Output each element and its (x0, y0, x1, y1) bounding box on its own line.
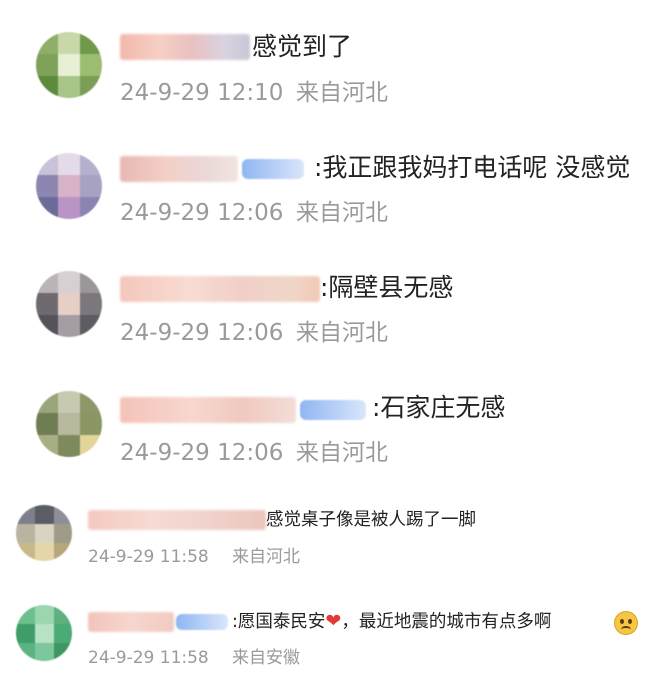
comment-text: 感觉到了 (252, 32, 353, 61)
comment-time: 24-9-29 11:58 (88, 648, 209, 668)
comment-location: 来自河北 (296, 440, 388, 466)
avatar[interactable] (36, 271, 102, 337)
username-blurred[interactable] (120, 397, 296, 423)
user-badge (176, 614, 228, 630)
comment-text: :我正跟我妈打电话呢 没感觉 (314, 153, 631, 182)
comment-time: 24-9-29 12:06 (120, 200, 284, 226)
avatar[interactable] (36, 32, 102, 98)
comment-time: 24-9-29 12:10 (120, 80, 284, 106)
comment-location: 来自河北 (296, 80, 388, 106)
comment-text: :石家庄无感 (372, 393, 506, 422)
avatar[interactable] (16, 505, 72, 561)
comment-text: :愿国泰民安❤，最近地震的城市有点多啊 (232, 610, 551, 633)
heart-icon: ❤ (325, 610, 342, 632)
avatar[interactable] (36, 153, 102, 219)
comment-text: 感觉桌子像是被人踢了一脚 (266, 510, 476, 530)
comment-item: :隔壁县无感 24-9-29 12:06 来自河北 (0, 240, 663, 360)
username-blurred[interactable] (88, 612, 174, 632)
comment-text-part: ，最近地震的城市有点多啊 (341, 612, 552, 632)
comment-text-part: :愿国泰民安 (232, 612, 326, 632)
comment-time: 24-9-29 11:58 (88, 547, 209, 567)
comment-location: 来自河北 (232, 547, 300, 567)
avatar[interactable] (16, 605, 72, 661)
username-blurred[interactable] (120, 276, 320, 302)
username-blurred[interactable] (88, 510, 266, 530)
comment-time: 24-9-29 12:06 (120, 440, 284, 466)
comment-item: 感觉到了 24-9-29 12:10 来自河北 (0, 0, 663, 120)
comment-location: 来自河北 (296, 320, 388, 346)
comment-item: :我正跟我妈打电话呢 没感觉 24-9-29 12:06 来自河北 (0, 120, 663, 240)
username-blurred[interactable] (120, 156, 238, 182)
comment-text: :隔壁县无感 (320, 273, 454, 302)
user-badge (242, 159, 304, 179)
sad-face-icon (614, 611, 638, 635)
comment-item: :石家庄无感 24-9-29 12:06 来自河北 (0, 360, 663, 480)
username-blurred[interactable] (120, 34, 250, 60)
comment-item: 感觉桌子像是被人踢了一脚 24-9-29 11:58 来自河北 (0, 480, 663, 580)
comment-location: 来自安徽 (232, 648, 300, 668)
comment-time: 24-9-29 12:06 (120, 320, 284, 346)
avatar[interactable] (36, 391, 102, 457)
comment-item: :愿国泰民安❤，最近地震的城市有点多啊 24-9-29 11:58 来自安徽 (0, 580, 663, 679)
comment-location: 来自河北 (296, 200, 388, 226)
user-badge (300, 400, 366, 420)
